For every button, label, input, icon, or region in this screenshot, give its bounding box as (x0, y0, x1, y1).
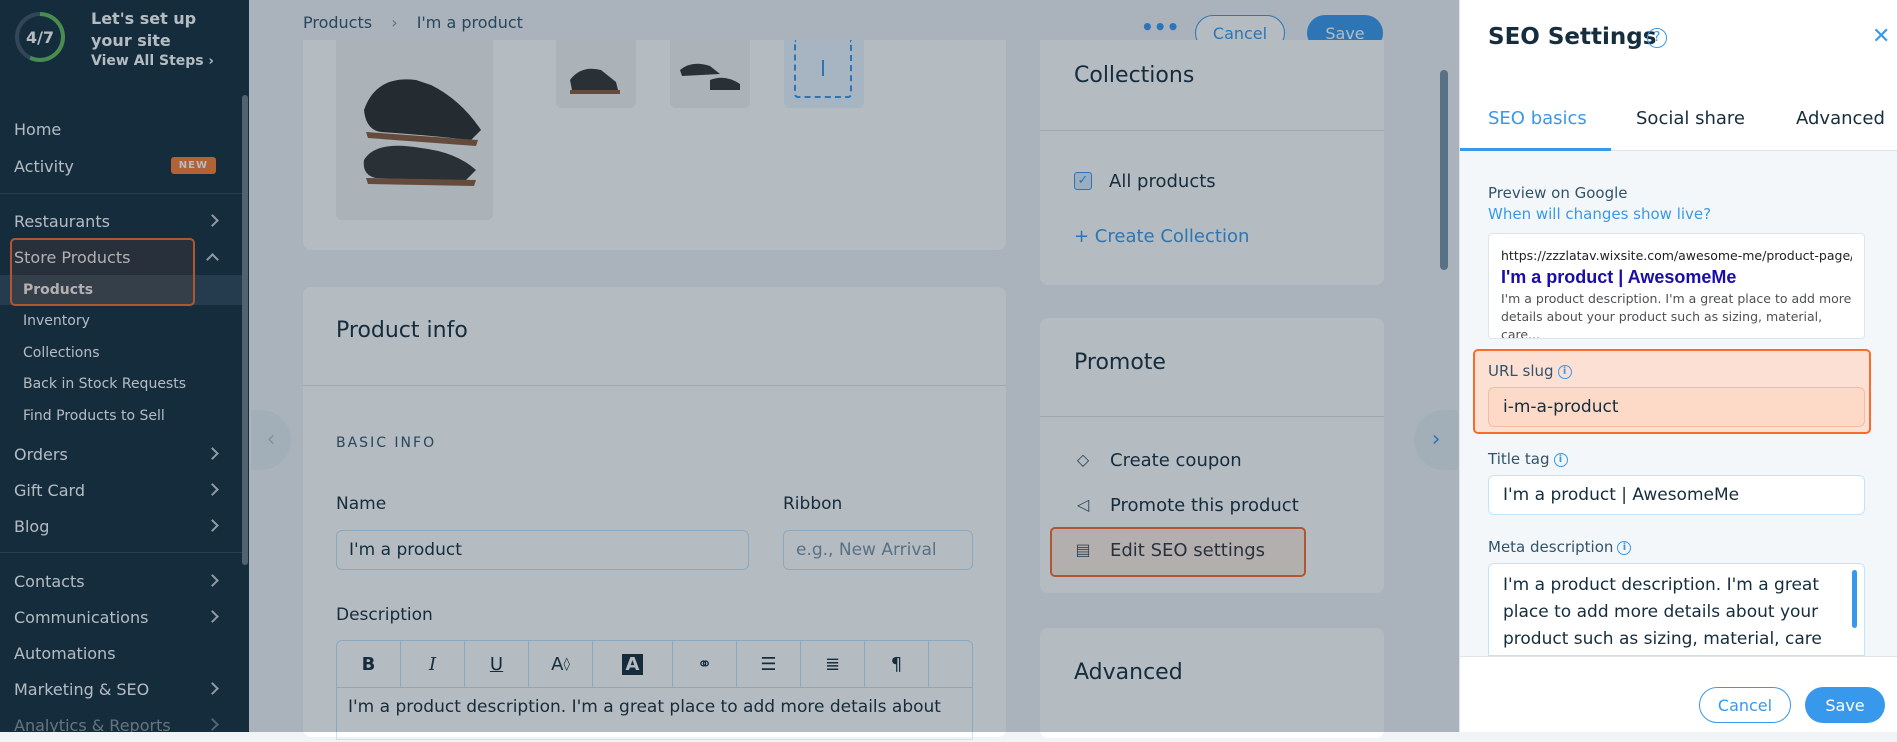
tab-advanced[interactable]: Advanced (1796, 108, 1885, 129)
url-slug-input[interactable]: i-m-a-product (1488, 387, 1865, 427)
info-icon[interactable]: i (1617, 540, 1632, 555)
url-slug-label: URL slug i (1488, 362, 1572, 380)
info-icon[interactable]: i (1553, 452, 1568, 467)
google-preview-url: https://zzzlatav.wixsite.com/awesome-me/… (1501, 248, 1852, 263)
preview-on-google-label: Preview on Google (1488, 184, 1628, 202)
modal-overlay[interactable] (0, 0, 1459, 732)
textarea-scrollbar[interactable] (1852, 570, 1857, 628)
help-icon[interactable]: ? (1647, 28, 1667, 48)
tab-seo-basics[interactable]: SEO basics (1488, 108, 1587, 129)
google-preview-box: https://zzzlatav.wixsite.com/awesome-me/… (1488, 233, 1865, 339)
footer-divider (1460, 656, 1897, 657)
seo-panel-title: SEO Settings (1488, 24, 1657, 50)
seo-save-button[interactable]: Save (1805, 687, 1885, 723)
google-preview-description: I'm a product description. I'm a great p… (1501, 291, 1852, 339)
title-tag-label: Title tag i (1488, 450, 1568, 468)
title-tag-input[interactable]: I'm a product | AwesomeMe (1488, 475, 1865, 515)
when-changes-live-link[interactable]: When will changes show live? (1488, 205, 1711, 223)
info-icon[interactable]: i (1557, 364, 1572, 379)
google-preview-title: I'm a product | AwesomeMe (1501, 267, 1737, 287)
close-icon[interactable]: ✕ (1872, 24, 1890, 49)
seo-cancel-button[interactable]: Cancel (1699, 687, 1791, 723)
meta-description-label: Meta description i (1488, 538, 1632, 556)
tab-social-share[interactable]: Social share (1636, 108, 1745, 129)
meta-description-textarea[interactable]: I'm a product description. I'm a great p… (1488, 563, 1865, 656)
